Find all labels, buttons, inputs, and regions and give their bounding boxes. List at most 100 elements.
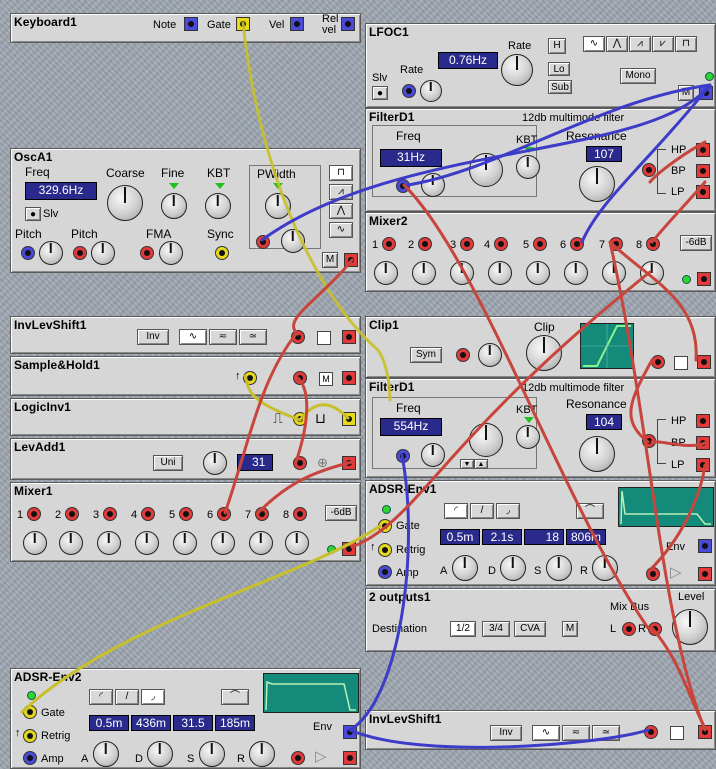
- ch2-level-knob[interactable]: [412, 261, 436, 285]
- ch5-level-knob[interactable]: [526, 261, 550, 285]
- rate-mod-input-jack[interactable]: [402, 84, 416, 98]
- release-knob[interactable]: [592, 555, 618, 581]
- fma-knob[interactable]: [159, 241, 183, 265]
- amp-input-jack[interactable]: [378, 565, 392, 579]
- adsr-env2-module[interactable]: ADSR-Env2 Gate ↑ Retrig Amp ◜ / ◞ ⌒ 0.5m…: [10, 668, 361, 769]
- positive-button[interactable]: ≂: [209, 329, 237, 345]
- ch6-input-jack[interactable]: [217, 507, 231, 521]
- env-mod-input-jack[interactable]: [646, 567, 660, 581]
- dest-cva-button[interactable]: CVA: [514, 621, 546, 637]
- sym-button[interactable]: Sym: [410, 347, 442, 363]
- amp-output-jack[interactable]: [343, 751, 357, 765]
- gate-input-jack[interactable]: [23, 705, 37, 719]
- decay-knob[interactable]: [147, 741, 173, 767]
- lfo-output-jack[interactable]: [699, 86, 713, 100]
- positive-button[interactable]: ≂: [562, 725, 590, 741]
- ch6-input-jack[interactable]: [570, 237, 584, 251]
- clip-mod-input-jack[interactable]: [456, 348, 470, 362]
- ch6-level-knob[interactable]: [564, 261, 588, 285]
- note-output-jack[interactable]: [184, 17, 198, 31]
- resonance-knob[interactable]: [579, 166, 615, 202]
- slv-button[interactable]: ●: [372, 86, 388, 100]
- mixer-output-jack[interactable]: [342, 542, 356, 556]
- wave-saw-button[interactable]: ⩘: [329, 184, 353, 200]
- sustain-knob[interactable]: [199, 741, 225, 767]
- inv-button[interactable]: Inv: [490, 725, 522, 741]
- pwidth-mod-input-jack[interactable]: [256, 235, 270, 249]
- ch7-level-knob[interactable]: [602, 261, 626, 285]
- decay-knob[interactable]: [500, 555, 526, 581]
- invlevshift-lower-module[interactable]: InvLevShift1 Inv ∿ ≂ ≃: [365, 710, 716, 750]
- uni-button[interactable]: Uni: [153, 455, 183, 471]
- bp-output-jack[interactable]: [696, 436, 710, 450]
- curve-log-button[interactable]: ◜: [89, 689, 113, 705]
- bipolar-button[interactable]: ∿: [532, 725, 560, 741]
- ch1-input-jack[interactable]: [27, 507, 41, 521]
- ch5-level-knob[interactable]: [173, 531, 197, 555]
- fma-input-jack[interactable]: [140, 246, 154, 260]
- clip-module[interactable]: Clip1 Clip Sym: [365, 316, 716, 378]
- ch8-level-knob[interactable]: [285, 531, 309, 555]
- input-jack[interactable]: [293, 456, 307, 470]
- right-input-jack[interactable]: [648, 622, 662, 636]
- keyboard-module[interactable]: Keyboard1 Note Gate Vel Rel vel: [10, 13, 361, 43]
- ch1-level-knob[interactable]: [374, 261, 398, 285]
- relvel-output-jack[interactable]: [341, 17, 355, 31]
- shape-button[interactable]: ⌒: [221, 689, 249, 705]
- ch7-input-jack[interactable]: [609, 237, 623, 251]
- attack-knob[interactable]: [93, 741, 119, 767]
- wave-triangle-button[interactable]: ⋀: [329, 203, 353, 219]
- pitch1-input-jack[interactable]: [21, 246, 35, 260]
- ch4-level-knob[interactable]: [135, 531, 159, 555]
- input-jack[interactable]: [644, 725, 658, 739]
- retrig-input-jack[interactable]: [23, 729, 37, 743]
- fine-knob[interactable]: [161, 193, 187, 219]
- ch7-level-knob[interactable]: [249, 531, 273, 555]
- freq-knob[interactable]: [469, 423, 503, 457]
- lp-output-jack[interactable]: [696, 185, 710, 199]
- shape-button[interactable]: ⌒: [576, 503, 604, 519]
- input-jack[interactable]: [291, 330, 305, 344]
- ch8-input-jack[interactable]: [646, 237, 660, 251]
- wave-invsaw-button[interactable]: ⩗: [652, 36, 674, 52]
- logicinv-module[interactable]: LogicInv1 ⎍ ⊔: [10, 398, 361, 436]
- curve-log-button[interactable]: ◜: [444, 503, 468, 519]
- sample-trigger-input-jack[interactable]: [243, 371, 257, 385]
- filterd-top-module[interactable]: FilterD1 12db multimode filter Freq 31Hz…: [365, 108, 716, 212]
- ch3-input-jack[interactable]: [103, 507, 117, 521]
- ch4-input-jack[interactable]: [494, 237, 508, 251]
- ch1-level-knob[interactable]: [23, 531, 47, 555]
- lo-button[interactable]: Lo: [548, 62, 570, 76]
- m-button[interactable]: M: [322, 252, 338, 268]
- ch3-level-knob[interactable]: [97, 531, 121, 555]
- pitch2-knob[interactable]: [91, 241, 115, 265]
- mixer1-module[interactable]: Mixer1 1 2 3 4 5 6 7 8 -6dB: [10, 482, 361, 562]
- inv-button[interactable]: Inv: [137, 329, 169, 345]
- ch2-level-knob[interactable]: [59, 531, 83, 555]
- filter-input-jack[interactable]: [642, 163, 656, 177]
- ch5-input-jack[interactable]: [179, 507, 193, 521]
- env-mod-input-jack[interactable]: [291, 751, 305, 765]
- freq-input-jack[interactable]: [396, 179, 410, 193]
- input-jack[interactable]: [651, 355, 665, 369]
- gate-output-jack[interactable]: [236, 17, 250, 31]
- env-output-jack[interactable]: [343, 725, 357, 739]
- slv-button[interactable]: ●: [25, 207, 41, 221]
- output-jack[interactable]: [697, 355, 711, 369]
- wave-sine-button[interactable]: ∿: [329, 222, 353, 238]
- freq-up-button[interactable]: ▲: [474, 459, 488, 469]
- osca-module[interactable]: OscA1 Freq 329.6Hz ● Slv Coarse Fine KBT…: [10, 148, 361, 273]
- attack-knob[interactable]: [452, 555, 478, 581]
- ch5-input-jack[interactable]: [533, 237, 547, 251]
- ch7-input-jack[interactable]: [255, 507, 269, 521]
- h-button[interactable]: H: [548, 38, 566, 54]
- kbt-knob[interactable]: [205, 193, 231, 219]
- wave-pulse-button[interactable]: ⊓: [329, 165, 353, 181]
- minus6db-button[interactable]: -6dB: [680, 235, 712, 251]
- ch2-input-jack[interactable]: [418, 237, 432, 251]
- kbt-knob[interactable]: [516, 425, 540, 449]
- output-jack[interactable]: [342, 371, 356, 385]
- negative-button[interactable]: ≃: [239, 329, 267, 345]
- curve-exp-button[interactable]: ◞: [141, 689, 165, 705]
- invlevshift-upper-module[interactable]: InvLevShift1 Inv ∿ ≂ ≃: [10, 316, 361, 354]
